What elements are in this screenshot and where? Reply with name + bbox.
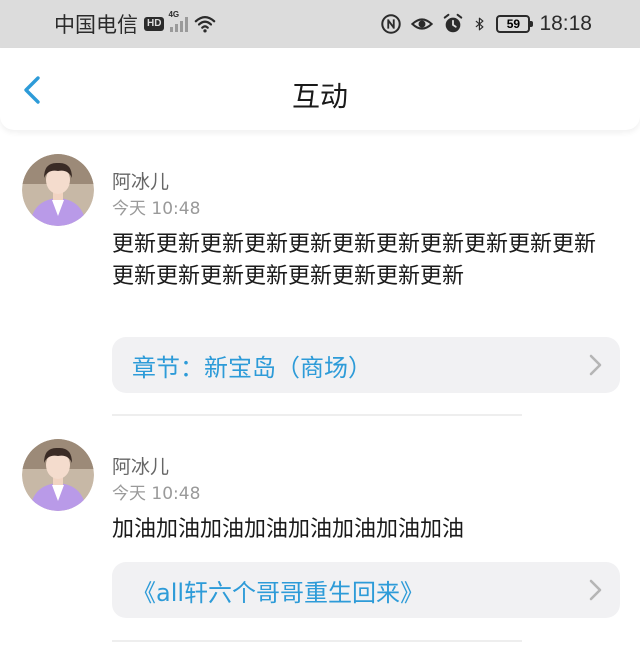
divider (112, 414, 522, 416)
nfc-icon (381, 14, 402, 34)
status-right: 59 18:18 (380, 12, 592, 36)
avatar[interactable] (22, 439, 94, 511)
network-type: 4G (168, 10, 180, 19)
avatar[interactable] (22, 154, 94, 226)
hd-badge: HD (144, 17, 165, 31)
carrier-name: 中国电信 (54, 14, 138, 37)
bluetooth-icon (475, 17, 484, 31)
page-title: 互动 (291, 80, 348, 113)
comment-text: 加油加油加油加油加油加油加油加油 (112, 517, 465, 542)
status-bar: 中国电信 HD 4G 59 18:18 (0, 0, 640, 48)
username[interactable]: 阿冰儿 (112, 452, 169, 479)
navigation-header: 互动 (0, 48, 640, 130)
divider (112, 640, 522, 642)
alarm-icon (444, 13, 463, 33)
chapter-link[interactable]: 章节：新宝岛（商场） (112, 337, 620, 393)
battery-icon: 59 (496, 15, 534, 33)
signal-icon: 4G (168, 10, 189, 32)
status-left: 中国电信 HD 4G (54, 9, 216, 39)
username[interactable]: 阿冰儿 (112, 167, 169, 194)
wifi-icon (195, 16, 216, 33)
comment-text: 更新更新更新更新更新更新更新更新更新更新更新更新更新更新更新更新更新更新更新 (112, 232, 597, 289)
timestamp: 今天 10:48 (112, 484, 201, 504)
eye-icon (411, 18, 434, 30)
chevron-right-icon (589, 354, 602, 376)
book-link[interactable]: 《all轩六个哥哥重生回来》 (112, 562, 620, 618)
book-link-label: 《all轩六个哥哥重生回来》 (132, 578, 425, 607)
chevron-right-icon (589, 579, 602, 601)
battery-level: 59 (506, 17, 521, 31)
clock: 18:18 (539, 12, 592, 35)
chapter-link-label: 章节：新宝岛（商场） (132, 353, 372, 382)
timestamp: 今天 10:48 (112, 199, 201, 219)
